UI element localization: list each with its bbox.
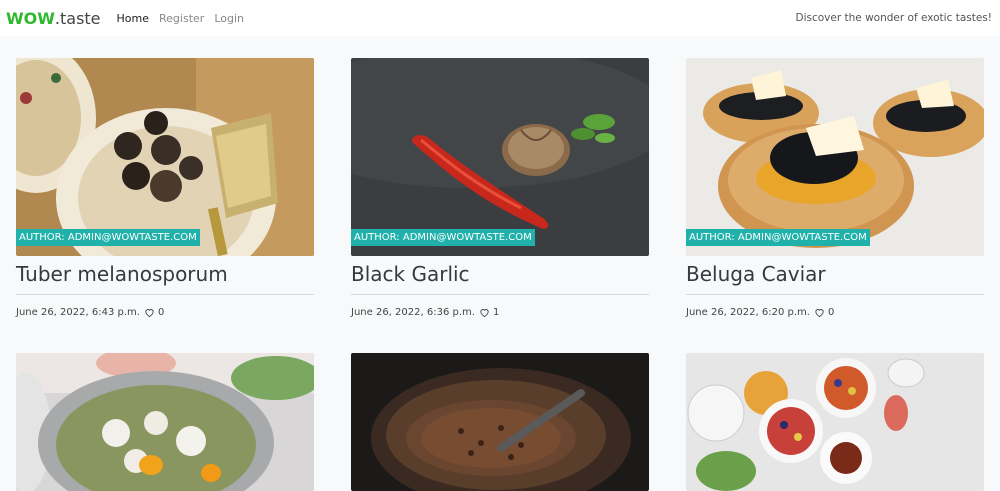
nav-link-login[interactable]: Login [214,12,244,25]
post-photo-black-garlic[interactable]: AUTHOR: ADMIN@WOWTASTE.COM [351,58,649,256]
post-photo-caviar[interactable]: AUTHOR: ADMIN@WOWTASTE.COM [686,58,984,256]
post-photo-breakfast[interactable] [686,353,984,491]
post-photo-seafood-bowl[interactable] [16,353,314,491]
brand-logo-wow: WOW [6,8,55,28]
like-count: 0 [157,307,165,318]
post-date: June 26, 2022, 6:20 p.m. [686,307,810,318]
site-tagline: Discover the wonder of exotic tastes! [795,12,993,24]
black-garlic-image [351,58,649,256]
coffee-beans-image [351,353,649,491]
brand-logo-taste: .taste [54,8,101,28]
post-meta: June 26, 2022, 6:20 p.m. 0 [686,307,984,318]
navbar: WOW.taste Home Register Login Discover t… [0,0,1000,36]
post-date: June 26, 2022, 6:43 p.m. [16,307,140,318]
like-count: 0 [827,307,835,318]
author-badge: AUTHOR: ADMIN@WOWTASTE.COM [351,229,535,246]
nav-link-home[interactable]: Home [117,12,149,25]
post-title[interactable]: Beluga Caviar [686,259,984,289]
post-card[interactable] [686,353,984,491]
heart-icon[interactable] [144,307,155,318]
divider [686,294,984,295]
author-badge: AUTHOR: ADMIN@WOWTASTE.COM [16,229,200,246]
caviar-image [686,58,984,256]
post-photo-coffee-beans[interactable] [351,353,649,491]
like-count: 1 [492,307,500,318]
divider [16,294,314,295]
post-card[interactable]: AUTHOR: ADMIN@WOWTASTE.COM Tuber melanos… [16,58,314,318]
post-meta: June 26, 2022, 6:43 p.m. 0 [16,307,314,318]
truffles-image [16,58,314,256]
post-card[interactable] [351,353,649,491]
breakfast-image [686,353,984,491]
heart-icon[interactable] [479,307,490,318]
author-badge: AUTHOR: ADMIN@WOWTASTE.COM [686,229,870,246]
post-title[interactable]: Black Garlic [351,259,649,289]
post-card[interactable]: AUTHOR: ADMIN@WOWTASTE.COM Beluga Caviar… [686,58,984,318]
post-meta: June 26, 2022, 6:36 p.m. 1 [351,307,649,318]
post-title[interactable]: Tuber melanosporum [16,259,314,289]
heart-icon[interactable] [814,307,825,318]
post-card[interactable]: AUTHOR: ADMIN@WOWTASTE.COM Black Garlic … [351,58,649,318]
post-date: June 26, 2022, 6:36 p.m. [351,307,475,318]
divider [351,294,649,295]
seafood-bowl-image [16,353,314,491]
post-photo-truffles[interactable]: AUTHOR: ADMIN@WOWTASTE.COM [16,58,314,256]
nav-link-register[interactable]: Register [159,12,204,25]
post-card[interactable] [16,353,314,491]
brand-logo[interactable]: WOW.taste [6,9,101,28]
